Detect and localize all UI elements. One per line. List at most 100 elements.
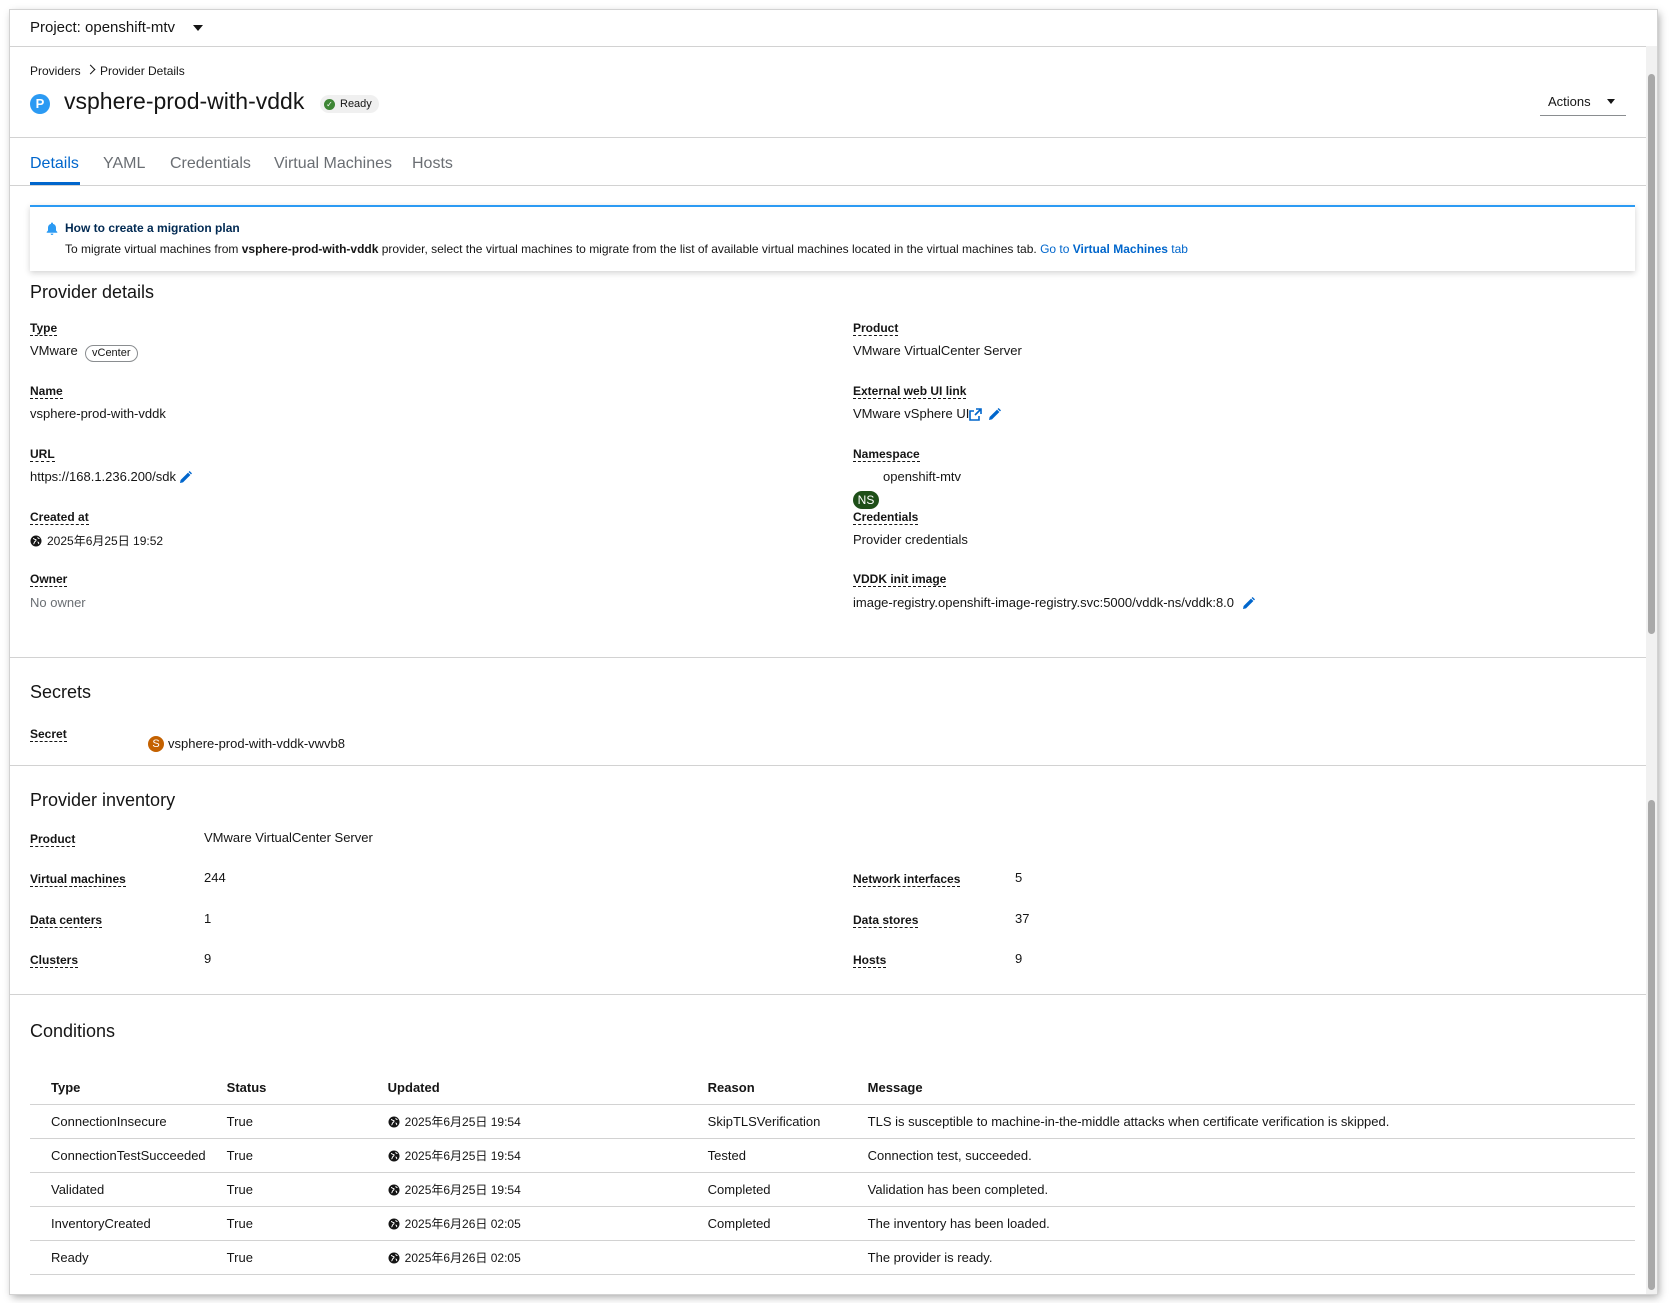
condition-status: True — [205, 1240, 367, 1275]
condition-type: Ready — [30, 1240, 206, 1275]
vmware-vsphere-ui-link[interactable]: VMware vSphere UI — [853, 406, 969, 421]
link-suffix: tab — [1167, 242, 1188, 256]
table-row: Validated True 2025年6月25日 19:54 Complete… — [30, 1172, 1635, 1207]
table-header-row: Type Status Updated Reason Message — [30, 1070, 1635, 1105]
scrollbar-thumb[interactable] — [1648, 74, 1655, 634]
tab-yaml[interactable]: YAML — [103, 155, 145, 173]
product-label: Product — [853, 321, 899, 336]
caret-down-icon — [193, 24, 204, 31]
url-value: https://168.1.236.200/sdk — [30, 469, 176, 484]
updated-text: 2025年6月26日 02:05 — [404, 1251, 521, 1265]
status-label: Ready — [340, 98, 372, 110]
name-label: Name — [30, 384, 63, 399]
tab-details[interactable]: Details — [30, 155, 79, 173]
column-header-status[interactable]: Status — [205, 1070, 367, 1105]
network-interfaces-label: Network interfaces — [853, 872, 961, 887]
globe-icon — [388, 1252, 400, 1264]
hosts-label: Hosts — [853, 953, 887, 968]
external-web-ui-label: External web UI link — [853, 384, 967, 399]
inventory-product-label: Product — [30, 832, 76, 847]
provider-details-heading: Provider details — [30, 282, 155, 302]
type-label: Type — [30, 321, 58, 336]
project-selector[interactable]: Project: openshift-mtv — [30, 19, 204, 36]
caret-down-icon — [1606, 98, 1615, 104]
chevron-right-icon — [85, 64, 96, 75]
condition-reason — [686, 1240, 847, 1275]
data-stores-label: Data stores — [853, 913, 919, 928]
globe-icon — [388, 1116, 400, 1128]
namespace-link[interactable]: openshift-mtv — [883, 469, 961, 484]
condition-message: Connection test, succeeded. — [846, 1138, 1635, 1173]
condition-reason: Tested — [686, 1138, 847, 1173]
table-row: ConnectionTestSucceeded True 2025年6月25日 … — [30, 1138, 1635, 1173]
clusters-label: Clusters — [30, 953, 79, 968]
check-circle-icon: ✓ — [324, 98, 335, 110]
column-header-message[interactable]: Message — [846, 1070, 1635, 1105]
section-divider — [10, 657, 1657, 658]
breadcrumb-provider-details: Provider Details — [100, 64, 185, 78]
condition-type: ConnectionInsecure — [30, 1104, 206, 1139]
owner-label: Owner — [30, 572, 68, 587]
breadcrumb-providers[interactable]: Providers — [30, 64, 81, 78]
condition-message: The provider is ready. — [846, 1240, 1635, 1275]
secret-label: Secret — [30, 727, 67, 742]
table-row: InventoryCreated True 2025年6月26日 02:05 C… — [30, 1206, 1635, 1241]
vddk-init-image-label: VDDK init image — [853, 572, 947, 587]
conditions-table: Type Status Updated Reason Message Conne… — [30, 1070, 1635, 1275]
created-at-text: 2025年6月25日 19:52 — [47, 534, 164, 548]
secret-link[interactable]: vsphere-prod-with-vddk-vwvb8 — [168, 736, 345, 751]
scrollbar-thumb[interactable] — [1648, 800, 1655, 1290]
condition-type: InventoryCreated — [30, 1206, 206, 1241]
condition-message: Validation has been completed. — [846, 1172, 1635, 1207]
namespace-badge-icon: NS — [853, 491, 879, 509]
globe-icon — [30, 535, 42, 547]
owner-value: No owner — [30, 595, 86, 610]
updated-text: 2025年6月26日 02:05 — [404, 1217, 521, 1231]
edit-url-pencil-icon[interactable] — [179, 471, 192, 484]
condition-status: True — [205, 1104, 367, 1139]
condition-updated: 2025年6月25日 19:54 — [366, 1138, 687, 1173]
project-selector-label: Project: openshift-mtv — [30, 19, 176, 36]
info-alert: How to create a migration plan To migrat… — [30, 205, 1635, 271]
clusters-value: 9 — [204, 951, 212, 966]
updated-text: 2025年6月25日 19:54 — [404, 1183, 521, 1197]
top-bar: Project: openshift-mtv — [10, 10, 1657, 47]
condition-status: True — [205, 1206, 367, 1241]
external-link-icon[interactable] — [969, 408, 982, 421]
tab-hosts[interactable]: Hosts — [412, 155, 453, 173]
header-divider — [10, 137, 1657, 138]
condition-status: True — [205, 1172, 367, 1207]
actions-dropdown[interactable]: Actions — [1540, 87, 1626, 116]
condition-message: TLS is susceptible to machine-in-the-mid… — [846, 1104, 1635, 1139]
go-to-virtual-machines-link[interactable]: Go to Virtual Machines tab — [1040, 242, 1188, 256]
column-header-type[interactable]: Type — [30, 1070, 206, 1105]
data-centers-label: Data centers — [30, 913, 103, 928]
tab-credentials[interactable]: Credentials — [170, 155, 251, 173]
updated-text: 2025年6月25日 19:54 — [404, 1149, 521, 1163]
edit-external-link-pencil-icon[interactable] — [988, 408, 1001, 421]
data-stores-value: 37 — [1015, 911, 1030, 926]
page-title: vsphere-prod-with-vddk — [64, 88, 305, 114]
virtual-machines-label: Virtual machines — [30, 872, 126, 887]
condition-type: ConnectionTestSucceeded — [30, 1138, 206, 1173]
column-header-updated[interactable]: Updated — [366, 1070, 687, 1105]
link-bold: Virtual Machines — [1072, 242, 1168, 256]
app-window: Project: openshift-mtv Providers Provide… — [10, 10, 1657, 1294]
alert-body-provider: vsphere-prod-with-vddk — [241, 242, 379, 256]
conditions-heading: Conditions — [30, 1021, 116, 1041]
vddk-init-image-value: image-registry.openshift-image-registry.… — [853, 595, 1235, 610]
tab-virtual-machines[interactable]: Virtual Machines — [274, 155, 392, 173]
alert-body-prefix: To migrate virtual machines from — [65, 242, 242, 256]
globe-icon — [388, 1150, 400, 1162]
condition-updated: 2025年6月25日 19:54 — [366, 1172, 687, 1207]
alert-title: How to create a migration plan — [65, 221, 240, 235]
condition-reason: Completed — [686, 1206, 847, 1241]
name-value: vsphere-prod-with-vddk — [30, 406, 166, 421]
column-header-reason[interactable]: Reason — [686, 1070, 847, 1105]
vcenter-chip: vCenter — [85, 345, 138, 362]
created-at-label: Created at — [30, 510, 89, 525]
credentials-label: Credentials — [853, 510, 919, 525]
provider-credentials-link[interactable]: Provider credentials — [853, 532, 968, 547]
edit-vddk-pencil-icon[interactable] — [1242, 597, 1255, 610]
inventory-product-value: VMware VirtualCenter Server — [204, 830, 373, 845]
